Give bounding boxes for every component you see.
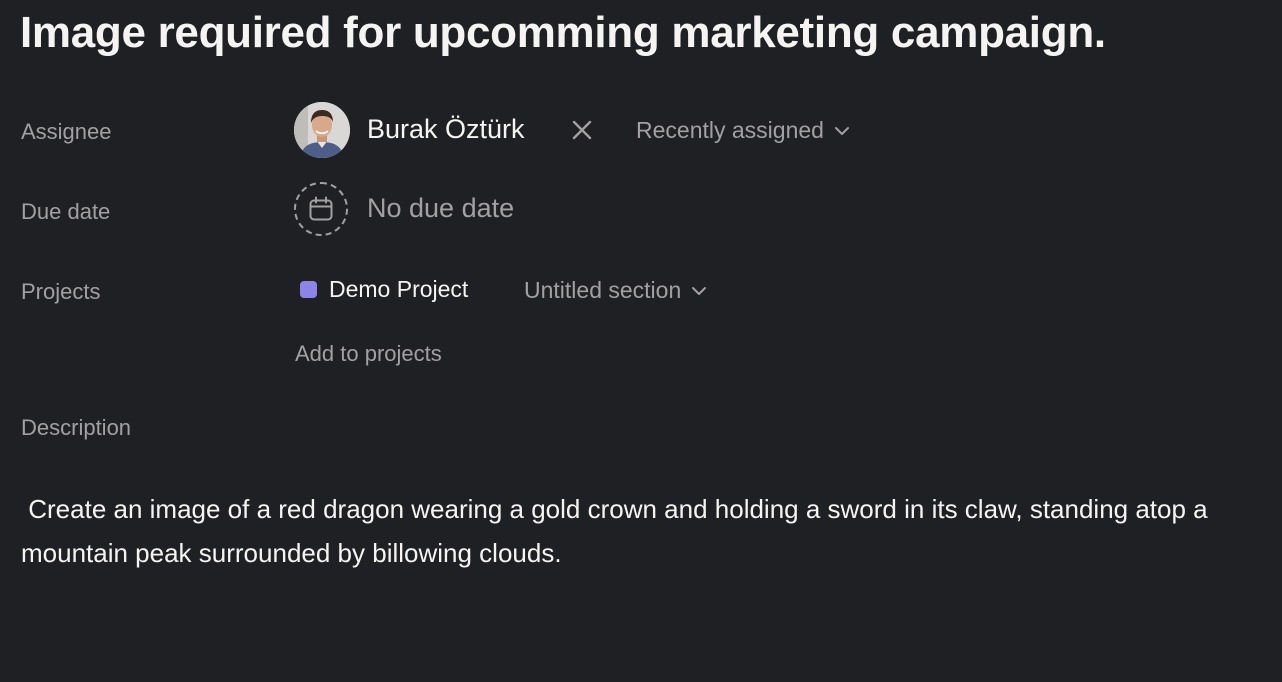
project-section-dropdown[interactable]: Untitled section: [524, 277, 707, 304]
calendar-icon: [309, 196, 333, 221]
recently-assigned-label: Recently assigned: [636, 117, 824, 143]
due-date-button[interactable]: [294, 182, 348, 236]
recently-assigned-dropdown[interactable]: Recently assigned: [636, 117, 850, 144]
project-color-swatch: [300, 281, 317, 298]
assignee-name[interactable]: Burak Öztürk: [367, 114, 525, 145]
projects-label: Projects: [21, 279, 101, 304]
description-label: Description: [21, 415, 132, 440]
assignee-label: Assignee: [21, 119, 112, 144]
avatar[interactable]: [294, 102, 350, 158]
close-icon: [572, 120, 592, 140]
project-chip[interactable]: Demo Project: [300, 276, 468, 303]
remove-assignee-button[interactable]: [566, 114, 598, 146]
project-name: Demo Project: [329, 276, 469, 302]
add-to-projects-button[interactable]: Add to projects: [295, 341, 442, 367]
chevron-down-icon: [692, 286, 707, 295]
description-text[interactable]: Create an image of a red dragon wearing …: [21, 487, 1266, 575]
chevron-down-icon: [834, 126, 849, 135]
due-date-value[interactable]: No due date: [367, 193, 514, 224]
avatar-photo: [294, 102, 350, 158]
task-title[interactable]: Image required for upcomming marketing c…: [20, 8, 1106, 58]
due-date-label: Due date: [21, 199, 111, 224]
project-section-label: Untitled section: [524, 277, 682, 303]
